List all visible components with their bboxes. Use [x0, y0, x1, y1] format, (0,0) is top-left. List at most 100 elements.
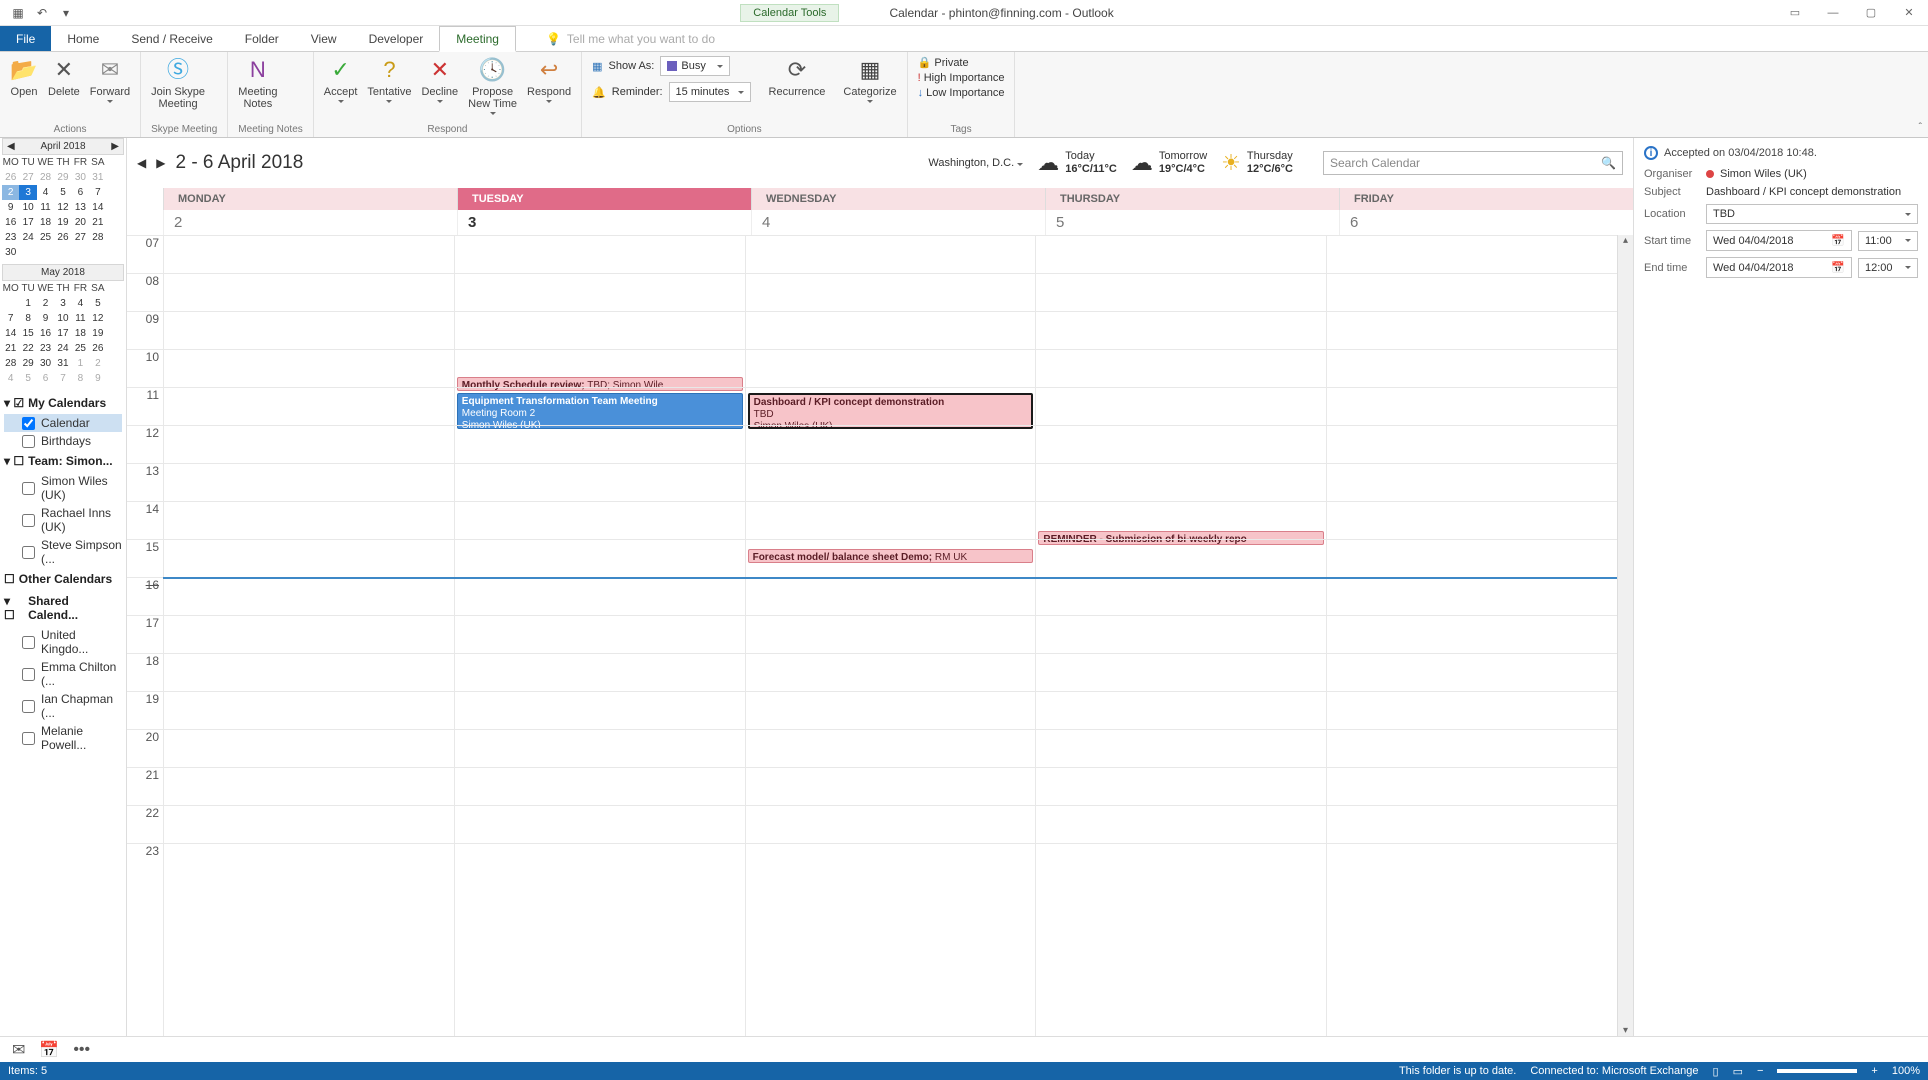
date-cell[interactable]: 2 — [37, 296, 54, 311]
undo-icon[interactable]: ↶ — [34, 5, 50, 21]
date-cell[interactable] — [89, 245, 106, 260]
next-week-button[interactable]: ▶ — [156, 156, 165, 170]
tentative-button[interactable]: ?Tentative — [367, 56, 411, 103]
date-cell[interactable]: 7 — [54, 371, 71, 386]
calendar-item-melanie[interactable]: Melanie Powell... — [4, 722, 122, 754]
date-cell[interactable]: 17 — [54, 326, 71, 341]
date-cell[interactable]: 3 — [19, 185, 36, 200]
daynum-mon[interactable]: 2 — [163, 210, 457, 235]
skype-meeting-button[interactable]: ⓈJoin Skype Meeting — [151, 56, 205, 110]
date-cell[interactable]: 8 — [19, 311, 36, 326]
tab-send-receive[interactable]: Send / Receive — [115, 26, 228, 51]
zoom-in-button[interactable]: + — [1871, 1065, 1877, 1077]
date-cell[interactable]: 31 — [54, 356, 71, 371]
days-grid[interactable]: Monthly Schedule review; TBD; Simon Wile… — [163, 235, 1617, 1036]
daynum-wed[interactable]: 4 — [751, 210, 1045, 235]
search-icon[interactable]: 🔍 — [1601, 156, 1616, 170]
show-as-select[interactable]: Busy — [660, 56, 730, 76]
date-cell[interactable]: 18 — [72, 326, 89, 341]
low-importance-button[interactable]: ↓ Low Importance — [918, 87, 1005, 99]
calendar-item-rachael[interactable]: Rachael Inns (UK) — [4, 504, 122, 536]
date-cell[interactable]: 19 — [89, 326, 106, 341]
date-cell[interactable]: 5 — [89, 296, 106, 311]
date-cell[interactable]: 5 — [19, 371, 36, 386]
date-cell[interactable] — [54, 245, 71, 260]
date-cell[interactable]: 29 — [54, 170, 71, 185]
collapse-ribbon-icon[interactable]: ˆ — [1919, 122, 1922, 133]
date-cell[interactable]: 10 — [54, 311, 71, 326]
date-cell[interactable]: 27 — [19, 170, 36, 185]
event-equipment-meeting[interactable]: Equipment Transformation Team Meeting Me… — [457, 393, 743, 429]
date-cell[interactable]: 23 — [37, 341, 54, 356]
date-cell[interactable]: 30 — [2, 245, 19, 260]
date-cell[interactable]: 19 — [54, 215, 71, 230]
zoom-slider[interactable] — [1777, 1069, 1857, 1073]
calendar-item-birthdays[interactable]: Birthdays — [4, 432, 122, 450]
tab-file[interactable]: File — [0, 26, 51, 51]
open-button[interactable]: 📂Open — [10, 56, 38, 98]
date-cell[interactable]: 14 — [2, 326, 19, 341]
calendar-nav-icon[interactable]: 📅 — [39, 1040, 59, 1060]
date-cell[interactable]: 4 — [72, 296, 89, 311]
date-cell[interactable]: 28 — [89, 230, 106, 245]
more-icon[interactable]: ••• — [73, 1041, 90, 1059]
group-team[interactable]: ▾ ☐ Team: Simon... — [4, 450, 122, 472]
date-cell[interactable] — [19, 245, 36, 260]
date-cell[interactable]: 23 — [2, 230, 19, 245]
date-cell[interactable]: 26 — [54, 230, 71, 245]
maximize-button[interactable]: ▢ — [1856, 2, 1886, 24]
tab-folder[interactable]: Folder — [229, 26, 295, 51]
decline-button[interactable]: ✕Decline — [421, 56, 458, 103]
private-button[interactable]: 🔒 Private — [918, 56, 1005, 69]
date-cell[interactable]: 4 — [37, 185, 54, 200]
calendar-grid[interactable]: 0708091011121314151617181920212223 Month… — [127, 235, 1633, 1036]
tab-developer[interactable]: Developer — [353, 26, 440, 51]
minimize-button[interactable]: — — [1818, 2, 1848, 24]
calendar-item-calendar[interactable]: Calendar — [4, 414, 122, 432]
calendar-icon[interactable]: 📅 — [1831, 261, 1845, 274]
date-cell[interactable]: 28 — [2, 356, 19, 371]
scroll-down-icon[interactable]: ▾ — [1623, 1025, 1628, 1036]
date-cell[interactable]: 15 — [19, 326, 36, 341]
date-cell[interactable]: 24 — [19, 230, 36, 245]
date-cell[interactable]: 16 — [2, 215, 19, 230]
end-date-field[interactable]: Wed 04/04/2018📅 — [1706, 257, 1852, 278]
prev-month-button[interactable]: ◀ — [7, 141, 15, 152]
zoom-out-button[interactable]: − — [1757, 1065, 1763, 1077]
date-cell[interactable]: 7 — [2, 311, 19, 326]
daynum-tue[interactable]: 3 — [457, 210, 751, 235]
view-reading-icon[interactable]: ▭ — [1733, 1065, 1743, 1078]
calendar-item-emma[interactable]: Emma Chilton (... — [4, 658, 122, 690]
calendar-icon[interactable]: 📅 — [1831, 234, 1845, 247]
date-cell[interactable]: 12 — [54, 200, 71, 215]
date-cell[interactable]: 3 — [54, 296, 71, 311]
qat-customize-icon[interactable]: ▾ — [58, 5, 74, 21]
meeting-notes-button[interactable]: NMeeting Notes — [238, 56, 277, 110]
date-cell[interactable]: 9 — [2, 200, 19, 215]
date-cell[interactable]: 25 — [72, 341, 89, 356]
date-cell[interactable]: 17 — [19, 215, 36, 230]
propose-time-button[interactable]: 🕓Propose New Time — [468, 56, 517, 115]
recurrence-button[interactable]: ⟳Recurrence — [769, 56, 826, 98]
day-slot-mon[interactable] — [163, 235, 454, 1036]
tab-home[interactable]: Home — [51, 26, 115, 51]
date-cell[interactable]: 26 — [2, 170, 19, 185]
date-cell[interactable]: 16 — [37, 326, 54, 341]
scrollbar[interactable]: ▴▾ — [1617, 235, 1633, 1036]
date-cell[interactable] — [2, 296, 19, 311]
date-cell[interactable]: 13 — [72, 200, 89, 215]
date-cell[interactable]: 25 — [37, 230, 54, 245]
tab-meeting[interactable]: Meeting — [439, 26, 516, 52]
prev-week-button[interactable]: ◀ — [137, 156, 146, 170]
date-cell[interactable]: 28 — [37, 170, 54, 185]
date-cell[interactable] — [37, 245, 54, 260]
group-other[interactable]: ☐ Other Calendars — [4, 568, 122, 590]
mail-icon[interactable]: ✉ — [12, 1040, 25, 1060]
daynum-thu[interactable]: 5 — [1045, 210, 1339, 235]
date-cell[interactable]: 21 — [2, 341, 19, 356]
date-cell[interactable]: 5 — [54, 185, 71, 200]
respond-button[interactable]: ↩Respond — [527, 56, 571, 103]
date-cell[interactable]: 27 — [72, 230, 89, 245]
date-cell[interactable]: 9 — [37, 311, 54, 326]
close-button[interactable]: ✕ — [1894, 2, 1924, 24]
